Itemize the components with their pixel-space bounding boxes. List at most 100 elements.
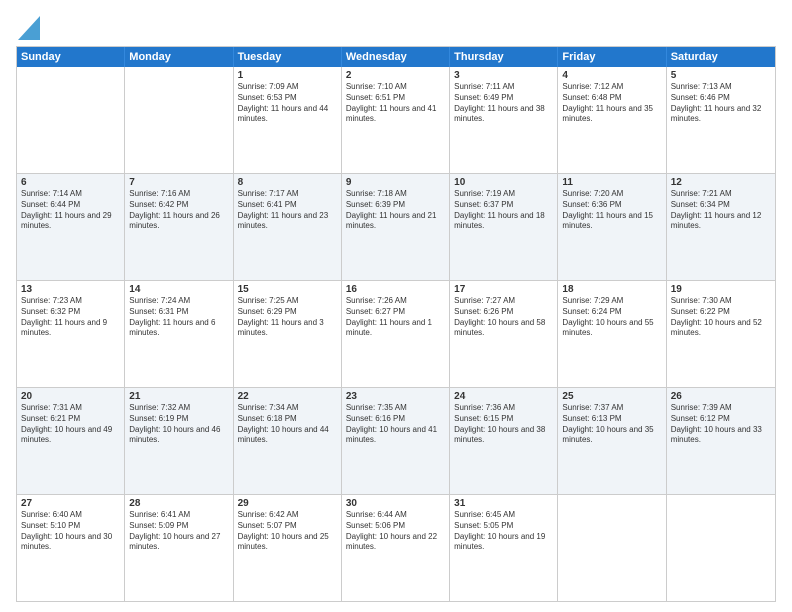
day-info: Sunrise: 6:42 AM Sunset: 5:07 PM Dayligh…: [238, 510, 337, 553]
day-info: Sunrise: 7:18 AM Sunset: 6:39 PM Dayligh…: [346, 189, 445, 232]
day-cell-17: 17Sunrise: 7:27 AM Sunset: 6:26 PM Dayli…: [450, 281, 558, 387]
header-cell-tuesday: Tuesday: [234, 47, 342, 67]
day-cell-5: 5Sunrise: 7:13 AM Sunset: 6:46 PM Daylig…: [667, 67, 775, 173]
day-number: 21: [129, 391, 228, 402]
day-number: 7: [129, 177, 228, 188]
day-info: Sunrise: 7:12 AM Sunset: 6:48 PM Dayligh…: [562, 82, 661, 125]
day-cell-empty-4-6: [667, 495, 775, 601]
day-info: Sunrise: 7:14 AM Sunset: 6:44 PM Dayligh…: [21, 189, 120, 232]
day-number: 3: [454, 70, 553, 81]
day-number: 10: [454, 177, 553, 188]
day-info: Sunrise: 7:29 AM Sunset: 6:24 PM Dayligh…: [562, 296, 661, 339]
day-cell-7: 7Sunrise: 7:16 AM Sunset: 6:42 PM Daylig…: [125, 174, 233, 280]
day-number: 12: [671, 177, 771, 188]
day-info: Sunrise: 7:35 AM Sunset: 6:16 PM Dayligh…: [346, 403, 445, 446]
day-info: Sunrise: 7:36 AM Sunset: 6:15 PM Dayligh…: [454, 403, 553, 446]
day-info: Sunrise: 6:41 AM Sunset: 5:09 PM Dayligh…: [129, 510, 228, 553]
day-info: Sunrise: 7:31 AM Sunset: 6:21 PM Dayligh…: [21, 403, 120, 446]
day-info: Sunrise: 7:19 AM Sunset: 6:37 PM Dayligh…: [454, 189, 553, 232]
day-info: Sunrise: 7:27 AM Sunset: 6:26 PM Dayligh…: [454, 296, 553, 339]
day-number: 19: [671, 284, 771, 295]
day-cell-21: 21Sunrise: 7:32 AM Sunset: 6:19 PM Dayli…: [125, 388, 233, 494]
header-cell-wednesday: Wednesday: [342, 47, 450, 67]
day-cell-11: 11Sunrise: 7:20 AM Sunset: 6:36 PM Dayli…: [558, 174, 666, 280]
day-cell-3: 3Sunrise: 7:11 AM Sunset: 6:49 PM Daylig…: [450, 67, 558, 173]
day-cell-26: 26Sunrise: 7:39 AM Sunset: 6:12 PM Dayli…: [667, 388, 775, 494]
day-cell-25: 25Sunrise: 7:37 AM Sunset: 6:13 PM Dayli…: [558, 388, 666, 494]
day-info: Sunrise: 7:17 AM Sunset: 6:41 PM Dayligh…: [238, 189, 337, 232]
day-cell-6: 6Sunrise: 7:14 AM Sunset: 6:44 PM Daylig…: [17, 174, 125, 280]
page: SundayMondayTuesdayWednesdayThursdayFrid…: [0, 0, 792, 612]
day-info: Sunrise: 7:37 AM Sunset: 6:13 PM Dayligh…: [562, 403, 661, 446]
day-number: 13: [21, 284, 120, 295]
header-cell-thursday: Thursday: [450, 47, 558, 67]
logo-icon: [18, 12, 40, 40]
day-number: 15: [238, 284, 337, 295]
day-number: 16: [346, 284, 445, 295]
header: [16, 16, 776, 40]
day-info: Sunrise: 7:11 AM Sunset: 6:49 PM Dayligh…: [454, 82, 553, 125]
day-cell-24: 24Sunrise: 7:36 AM Sunset: 6:15 PM Dayli…: [450, 388, 558, 494]
calendar-row-2: 6Sunrise: 7:14 AM Sunset: 6:44 PM Daylig…: [17, 173, 775, 280]
day-info: Sunrise: 6:40 AM Sunset: 5:10 PM Dayligh…: [21, 510, 120, 553]
day-cell-empty-0-0: [17, 67, 125, 173]
day-cell-2: 2Sunrise: 7:10 AM Sunset: 6:51 PM Daylig…: [342, 67, 450, 173]
day-info: Sunrise: 6:45 AM Sunset: 5:05 PM Dayligh…: [454, 510, 553, 553]
header-cell-friday: Friday: [558, 47, 666, 67]
day-cell-22: 22Sunrise: 7:34 AM Sunset: 6:18 PM Dayli…: [234, 388, 342, 494]
day-cell-8: 8Sunrise: 7:17 AM Sunset: 6:41 PM Daylig…: [234, 174, 342, 280]
day-cell-30: 30Sunrise: 6:44 AM Sunset: 5:06 PM Dayli…: [342, 495, 450, 601]
day-number: 31: [454, 498, 553, 509]
day-info: Sunrise: 7:20 AM Sunset: 6:36 PM Dayligh…: [562, 189, 661, 232]
day-number: 8: [238, 177, 337, 188]
calendar-row-4: 20Sunrise: 7:31 AM Sunset: 6:21 PM Dayli…: [17, 387, 775, 494]
day-info: Sunrise: 6:44 AM Sunset: 5:06 PM Dayligh…: [346, 510, 445, 553]
day-info: Sunrise: 7:39 AM Sunset: 6:12 PM Dayligh…: [671, 403, 771, 446]
day-number: 25: [562, 391, 661, 402]
day-cell-28: 28Sunrise: 6:41 AM Sunset: 5:09 PM Dayli…: [125, 495, 233, 601]
day-cell-27: 27Sunrise: 6:40 AM Sunset: 5:10 PM Dayli…: [17, 495, 125, 601]
day-number: 9: [346, 177, 445, 188]
day-number: 26: [671, 391, 771, 402]
day-info: Sunrise: 7:23 AM Sunset: 6:32 PM Dayligh…: [21, 296, 120, 339]
day-number: 22: [238, 391, 337, 402]
day-cell-4: 4Sunrise: 7:12 AM Sunset: 6:48 PM Daylig…: [558, 67, 666, 173]
day-info: Sunrise: 7:24 AM Sunset: 6:31 PM Dayligh…: [129, 296, 228, 339]
day-info: Sunrise: 7:34 AM Sunset: 6:18 PM Dayligh…: [238, 403, 337, 446]
day-number: 14: [129, 284, 228, 295]
calendar-row-3: 13Sunrise: 7:23 AM Sunset: 6:32 PM Dayli…: [17, 280, 775, 387]
day-number: 23: [346, 391, 445, 402]
day-cell-13: 13Sunrise: 7:23 AM Sunset: 6:32 PM Dayli…: [17, 281, 125, 387]
day-cell-16: 16Sunrise: 7:26 AM Sunset: 6:27 PM Dayli…: [342, 281, 450, 387]
day-number: 17: [454, 284, 553, 295]
day-number: 4: [562, 70, 661, 81]
calendar-row-1: 1Sunrise: 7:09 AM Sunset: 6:53 PM Daylig…: [17, 67, 775, 173]
header-cell-monday: Monday: [125, 47, 233, 67]
day-number: 24: [454, 391, 553, 402]
day-cell-18: 18Sunrise: 7:29 AM Sunset: 6:24 PM Dayli…: [558, 281, 666, 387]
day-number: 18: [562, 284, 661, 295]
logo: [16, 16, 40, 40]
header-cell-sunday: Sunday: [17, 47, 125, 67]
day-cell-10: 10Sunrise: 7:19 AM Sunset: 6:37 PM Dayli…: [450, 174, 558, 280]
day-cell-19: 19Sunrise: 7:30 AM Sunset: 6:22 PM Dayli…: [667, 281, 775, 387]
calendar: SundayMondayTuesdayWednesdayThursdayFrid…: [16, 46, 776, 602]
day-info: Sunrise: 7:25 AM Sunset: 6:29 PM Dayligh…: [238, 296, 337, 339]
day-cell-empty-4-5: [558, 495, 666, 601]
day-cell-14: 14Sunrise: 7:24 AM Sunset: 6:31 PM Dayli…: [125, 281, 233, 387]
day-cell-20: 20Sunrise: 7:31 AM Sunset: 6:21 PM Dayli…: [17, 388, 125, 494]
day-cell-31: 31Sunrise: 6:45 AM Sunset: 5:05 PM Dayli…: [450, 495, 558, 601]
day-info: Sunrise: 7:32 AM Sunset: 6:19 PM Dayligh…: [129, 403, 228, 446]
day-number: 29: [238, 498, 337, 509]
calendar-row-5: 27Sunrise: 6:40 AM Sunset: 5:10 PM Dayli…: [17, 494, 775, 601]
day-number: 28: [129, 498, 228, 509]
day-number: 5: [671, 70, 771, 81]
day-number: 11: [562, 177, 661, 188]
calendar-body: 1Sunrise: 7:09 AM Sunset: 6:53 PM Daylig…: [17, 67, 775, 601]
day-number: 2: [346, 70, 445, 81]
day-number: 20: [21, 391, 120, 402]
day-cell-9: 9Sunrise: 7:18 AM Sunset: 6:39 PM Daylig…: [342, 174, 450, 280]
day-info: Sunrise: 7:09 AM Sunset: 6:53 PM Dayligh…: [238, 82, 337, 125]
day-cell-empty-0-1: [125, 67, 233, 173]
day-number: 27: [21, 498, 120, 509]
